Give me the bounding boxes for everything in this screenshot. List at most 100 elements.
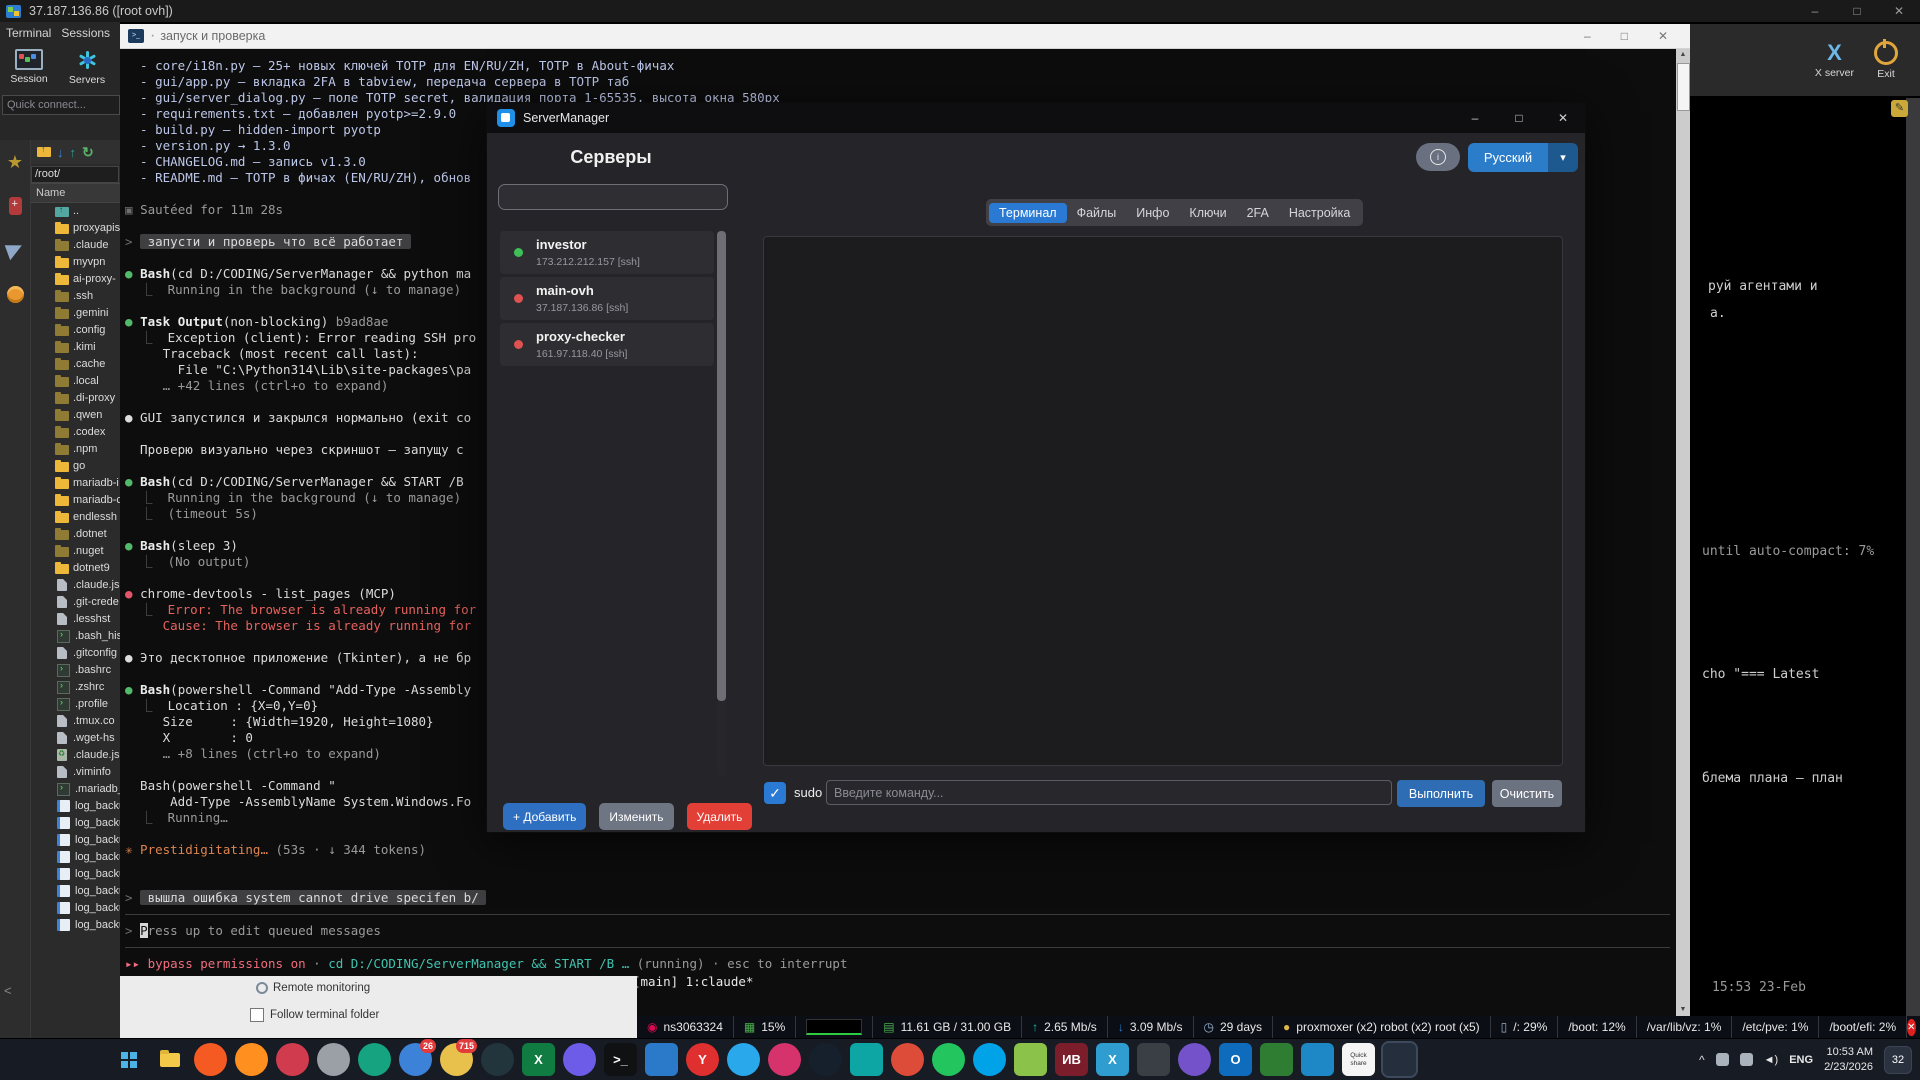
file-tree-item[interactable]: log_backu xyxy=(31,832,120,849)
run-command-button[interactable]: Выполнить xyxy=(1397,780,1485,807)
command-input[interactable] xyxy=(826,780,1392,805)
tools-tab[interactable] xyxy=(0,184,30,228)
file-tree-item[interactable]: .cache xyxy=(31,356,120,373)
refresh-icon[interactable]: ↻ xyxy=(82,144,94,161)
opera-browser[interactable] xyxy=(276,1043,309,1076)
file-tree-item[interactable]: .bashrc xyxy=(31,662,120,679)
scrollbar-thumb[interactable] xyxy=(1677,63,1690,111)
photos-app[interactable] xyxy=(1301,1043,1334,1076)
file-tree-item[interactable]: .gitconfig xyxy=(31,645,120,662)
keepass[interactable] xyxy=(1260,1043,1293,1076)
file-tree-item[interactable]: .kimi xyxy=(31,339,120,356)
session-button[interactable]: Session xyxy=(2,46,56,89)
file-tree-item[interactable]: endlessh xyxy=(31,509,120,526)
tray-clock[interactable]: 10:53 AM 2/23/2026 xyxy=(1824,1045,1873,1074)
sftp-tab[interactable] xyxy=(0,272,30,316)
vscode[interactable] xyxy=(645,1043,678,1076)
active-app[interactable] xyxy=(1383,1043,1416,1076)
add-server-button[interactable]: + Добавить xyxy=(503,803,586,830)
file-tree-item[interactable]: .di-proxy xyxy=(31,390,120,407)
app-pink[interactable] xyxy=(768,1043,801,1076)
app-darkred[interactable]: ИВ xyxy=(1055,1043,1088,1076)
about-button[interactable]: i xyxy=(1416,143,1460,171)
favorites-tab[interactable]: ★ xyxy=(0,140,30,184)
clear-button[interactable]: Очистить xyxy=(1492,780,1562,807)
file-tree-item[interactable]: log_backu xyxy=(31,917,120,934)
file-tree-item[interactable]: .git-crede xyxy=(31,594,120,611)
file-tree-item[interactable]: .tmux.co xyxy=(31,713,120,730)
pencil-icon[interactable]: ✎ xyxy=(1891,100,1908,117)
monitor-close-button[interactable]: ✕ xyxy=(1907,1019,1915,1036)
chatgpt[interactable] xyxy=(358,1043,391,1076)
server-list-item[interactable]: main-ovh37.187.136.86 [ssh] xyxy=(500,277,714,320)
terminal-tab-title[interactable]: запуск и проверка xyxy=(160,29,265,43)
file-tree-item[interactable]: .. xyxy=(31,203,120,220)
tray-network-icon[interactable] xyxy=(1716,1053,1729,1066)
file-tree-item[interactable]: .nuget xyxy=(31,543,120,560)
terminal-close-button[interactable]: ✕ xyxy=(1658,29,1668,43)
sidebar-scroll-left[interactable]: < xyxy=(4,983,12,998)
file-tree-item[interactable]: dotnet9 xyxy=(31,560,120,577)
server-list-item[interactable]: investor173.212.212.157 [ssh] xyxy=(500,231,714,274)
file-tree-item[interactable]: .wget-hs xyxy=(31,730,120,747)
sm-minimize-button[interactable]: – xyxy=(1453,103,1497,133)
os-minimize-button[interactable]: – xyxy=(1794,0,1836,22)
os-maximize-button[interactable]: □ xyxy=(1836,0,1878,22)
files-column-header[interactable]: Name xyxy=(31,183,120,203)
app-teal[interactable] xyxy=(850,1043,883,1076)
right-scrollbar[interactable] xyxy=(1906,98,1920,1016)
file-tree-item[interactable]: .codex xyxy=(31,424,120,441)
terminal-scrollbar[interactable]: ▲ ▼ xyxy=(1676,49,1690,1016)
menu-terminal[interactable]: Terminal xyxy=(6,26,51,40)
notepad-plus[interactable] xyxy=(1014,1043,1047,1076)
app-purple[interactable] xyxy=(563,1043,596,1076)
file-tree-item[interactable]: .profile xyxy=(31,696,120,713)
remote-monitoring-label[interactable]: Remote monitoring xyxy=(273,982,370,994)
tray-speaker-icon[interactable]: ◄) xyxy=(1764,1054,1779,1066)
skype[interactable] xyxy=(973,1043,1006,1076)
steam[interactable] xyxy=(809,1043,842,1076)
yandex-browser[interactable]: Y xyxy=(686,1043,719,1076)
file-tree-item[interactable]: .ssh xyxy=(31,288,120,305)
tab-Инфо[interactable]: Инфо xyxy=(1126,203,1179,223)
file-tree-item[interactable]: go xyxy=(31,458,120,475)
xserver-button[interactable]: X X server xyxy=(1815,42,1854,79)
sm-titlebar[interactable]: ServerManager – □ ✕ xyxy=(487,103,1585,133)
file-tree-item[interactable]: proxyapis xyxy=(31,220,120,237)
file-tree-item[interactable]: mariadb-i xyxy=(31,475,120,492)
quick-connect-input[interactable] xyxy=(2,95,120,115)
file-tree-item[interactable]: mariadb-c xyxy=(31,492,120,509)
terminal-app[interactable]: >_ xyxy=(604,1043,637,1076)
file-tree-item[interactable]: .dotnet xyxy=(31,526,120,543)
file-tree-item[interactable]: log_backu xyxy=(31,849,120,866)
whatsapp[interactable] xyxy=(932,1043,965,1076)
tab-Файлы[interactable]: Файлы xyxy=(1067,203,1127,223)
file-tree-item[interactable]: .mariadb_ xyxy=(31,781,120,798)
folder-up-icon[interactable] xyxy=(37,147,51,157)
sudo-checkbox[interactable]: ✓ xyxy=(764,782,786,804)
server-list-item[interactable]: proxy-checker161.97.118.40 [ssh] xyxy=(500,323,714,366)
path-input[interactable] xyxy=(31,166,119,183)
heroic-launcher[interactable] xyxy=(1178,1043,1211,1076)
tray-battery-icon[interactable] xyxy=(1740,1053,1753,1066)
file-tree-item[interactable]: log_backu xyxy=(31,815,120,832)
tab-Терминал[interactable]: Терминал xyxy=(989,203,1067,223)
start-button[interactable] xyxy=(112,1043,145,1076)
file-tree-item[interactable]: .viminfo xyxy=(31,764,120,781)
sm-maximize-button[interactable]: □ xyxy=(1497,103,1541,133)
file-tree-item[interactable]: ai-proxy- xyxy=(31,271,120,288)
ssh-terminal-output[interactable] xyxy=(763,236,1563,766)
outlook[interactable]: O xyxy=(1219,1043,1252,1076)
server-search-input[interactable] xyxy=(498,184,728,210)
file-explorer[interactable] xyxy=(153,1043,186,1076)
os-close-button[interactable]: ✕ xyxy=(1878,0,1920,22)
terminal-minimize-button[interactable]: – xyxy=(1584,29,1591,43)
file-tree-item[interactable]: .claude.js xyxy=(31,577,120,594)
servers-button[interactable]: Servers xyxy=(60,46,114,89)
macros-tab[interactable] xyxy=(0,228,30,272)
upload-icon[interactable]: ↑ xyxy=(70,145,77,160)
tab-Настройка[interactable]: Настройка xyxy=(1279,203,1361,223)
file-tree-item[interactable]: .gemini xyxy=(31,305,120,322)
google-app[interactable] xyxy=(891,1043,924,1076)
excel[interactable]: X xyxy=(522,1043,555,1076)
